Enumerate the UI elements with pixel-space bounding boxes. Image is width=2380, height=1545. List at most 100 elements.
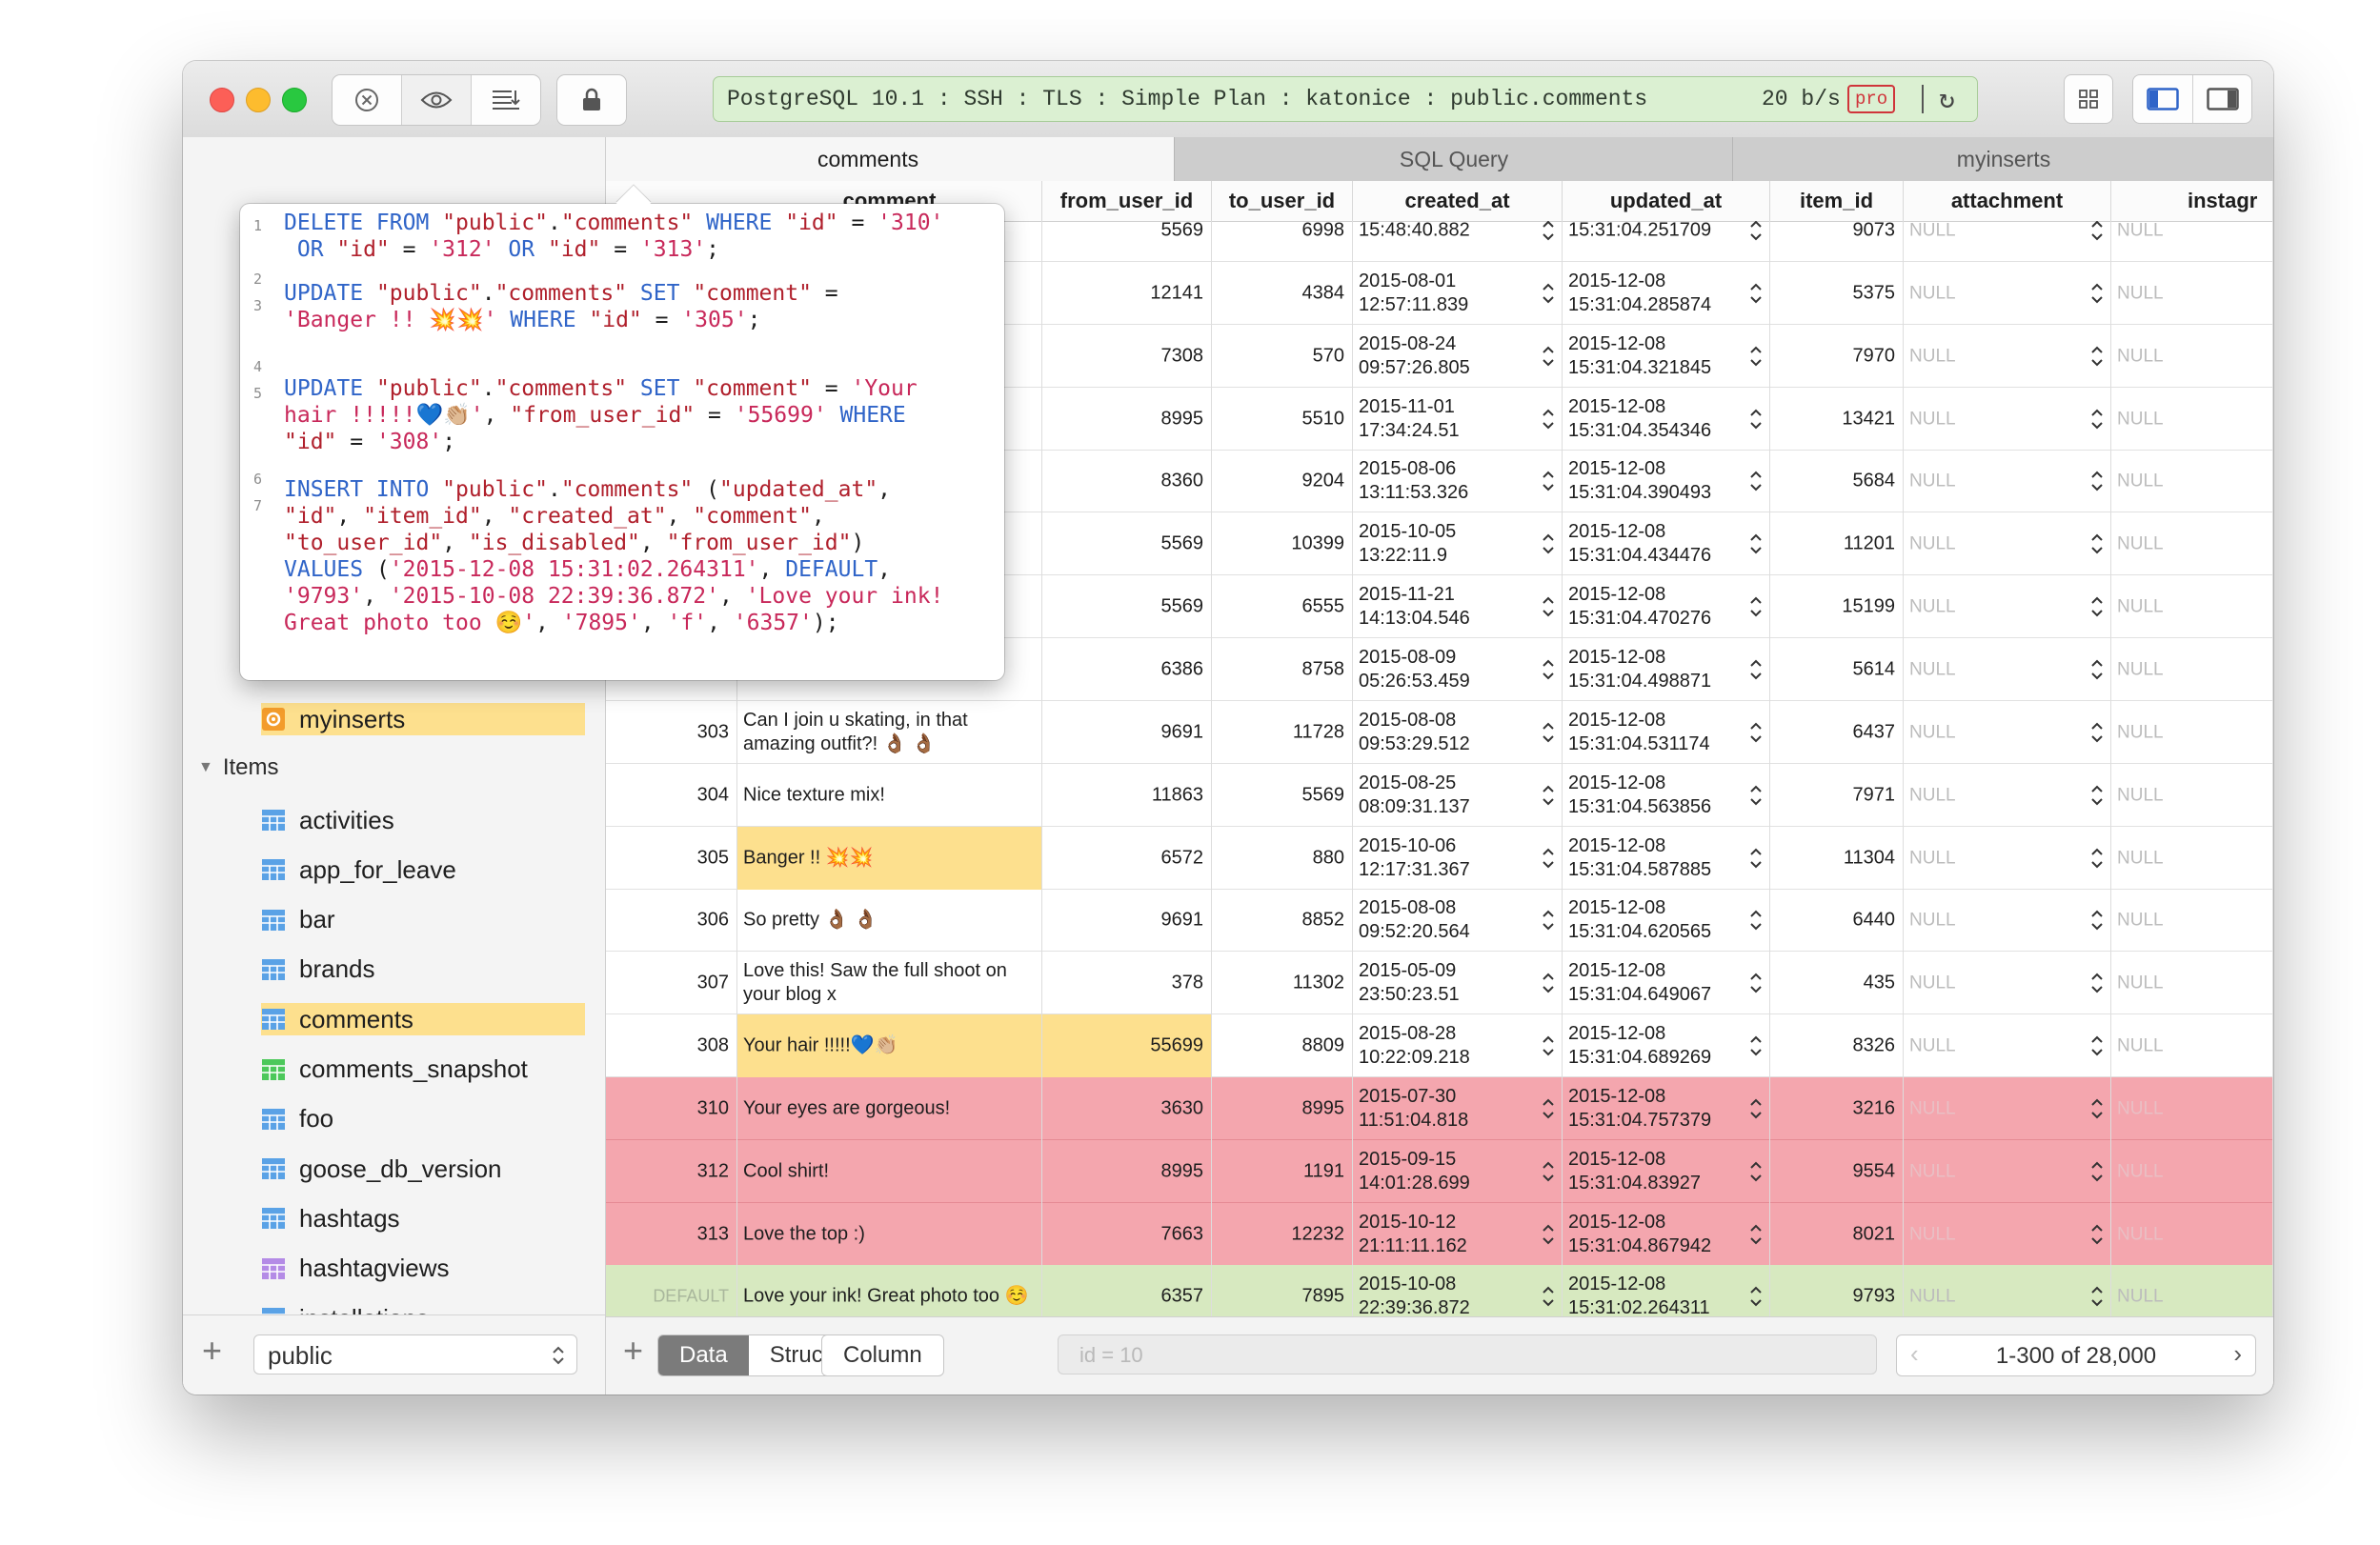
- safe-mode-button[interactable]: [557, 75, 626, 125]
- to-cell[interactable]: 570: [1212, 324, 1353, 388]
- sidebar-query-myinserts[interactable]: myinserts: [261, 703, 585, 735]
- id-cell[interactable]: 308: [606, 1014, 737, 1078]
- attachment-cell[interactable]: NULL: [1904, 261, 2111, 325]
- to-cell[interactable]: 5510: [1212, 387, 1353, 451]
- created-at-cell[interactable]: 15:48:40.882: [1353, 221, 1563, 262]
- comment-cell[interactable]: Can I join u skating, in that amazing ou…: [737, 700, 1042, 764]
- from-cell[interactable]: 6572: [1042, 826, 1212, 890]
- created-at-cell[interactable]: 2015-11-01 17:34:24.51: [1353, 387, 1563, 451]
- table-row[interactable]: 308 Your hair !!!!!💙👏🏼 55699 8809 2015-08-28…: [606, 1014, 2273, 1078]
- date-stepper-icon[interactable]: [1541, 468, 1556, 494]
- attachment-cell[interactable]: NULL: [1904, 575, 2111, 639]
- to-cell[interactable]: 10399: [1212, 512, 1353, 576]
- instagram-cell[interactable]: NULL: [2111, 889, 2273, 953]
- table-row[interactable]: 313 Love the top :) 7663 12232 2015-10-12 21:…: [606, 1202, 2273, 1266]
- instagram-cell[interactable]: NULL: [2111, 387, 2273, 451]
- item-cell[interactable]: 3216: [1770, 1076, 1904, 1140]
- id-cell[interactable]: 303: [606, 700, 737, 764]
- attachment-stepper-icon[interactable]: [2089, 280, 2105, 307]
- column-header-instagr[interactable]: instagr: [2111, 181, 2273, 221]
- attachment-cell[interactable]: NULL: [1904, 512, 2111, 576]
- sidebar-item-comments-snapshot[interactable]: comments_snapshot: [261, 1053, 585, 1086]
- created-at-cell[interactable]: 2015-05-09 23:50:23.51: [1353, 952, 1563, 1015]
- to-cell[interactable]: 5569: [1212, 763, 1353, 827]
- comment-cell[interactable]: Love this! Saw the full shoot on your bl…: [737, 952, 1042, 1015]
- created-at-cell[interactable]: 2015-10-12 21:11:11.162: [1353, 1202, 1563, 1266]
- attachment-stepper-icon[interactable]: [2089, 406, 2105, 432]
- updated-at-cell[interactable]: 2015-12-08 15:31:04.620565: [1563, 889, 1770, 953]
- date-stepper-icon[interactable]: [1541, 1158, 1556, 1185]
- attachment-stepper-icon[interactable]: [2089, 1033, 2105, 1059]
- to-cell[interactable]: 6998: [1212, 221, 1353, 262]
- created-at-cell[interactable]: 2015-07-30 11:51:04.818: [1353, 1076, 1563, 1140]
- column-button[interactable]: Column: [822, 1335, 943, 1375]
- id-cell[interactable]: 313: [606, 1202, 737, 1266]
- instagram-cell[interactable]: NULL: [2111, 575, 2273, 639]
- date-stepper-icon[interactable]: [1541, 531, 1556, 557]
- to-cell[interactable]: 8995: [1212, 1076, 1353, 1140]
- attachment-cell[interactable]: NULL: [1904, 763, 2111, 827]
- updated-at-cell[interactable]: 2015-12-08 15:31:04.321845: [1563, 324, 1770, 388]
- tab-comments[interactable]: comments: [606, 137, 1174, 181]
- updated-at-cell[interactable]: 2015-12-08 15:31:04.757379: [1563, 1076, 1770, 1140]
- sidebar-item-hashtagviews[interactable]: hashtagviews: [261, 1253, 585, 1285]
- date-stepper-icon[interactable]: [1748, 907, 1764, 933]
- id-cell[interactable]: 305: [606, 826, 737, 890]
- created-at-cell[interactable]: 2015-08-08 09:52:20.564: [1353, 889, 1563, 953]
- from-cell[interactable]: 12141: [1042, 261, 1212, 325]
- table-row[interactable]: 310 Your eyes are gorgeous! 3630 8995 2015-0…: [606, 1076, 2273, 1140]
- created-at-cell[interactable]: 2015-08-25 08:09:31.137: [1353, 763, 1563, 827]
- comment-cell[interactable]: Cool shirt!: [737, 1139, 1042, 1203]
- toggle-right-sidebar-button[interactable]: [2193, 75, 2251, 123]
- updated-at-cell[interactable]: 15:31:04.251709: [1563, 221, 1770, 262]
- item-cell[interactable]: 9554: [1770, 1139, 1904, 1203]
- data-view-button[interactable]: Data: [658, 1335, 749, 1375]
- date-stepper-icon[interactable]: [1541, 280, 1556, 307]
- comment-cell[interactable]: Your eyes are gorgeous!: [737, 1076, 1042, 1140]
- grid-layout-button[interactable]: [2064, 74, 2113, 124]
- sidebar-item-foo[interactable]: foo: [261, 1103, 585, 1135]
- table-row[interactable]: 303 Can I join u skating, in that amazing…: [606, 700, 2273, 764]
- attachment-cell[interactable]: NULL: [1904, 1076, 2111, 1140]
- schema-selector[interactable]: public: [253, 1334, 577, 1374]
- item-cell[interactable]: 7970: [1770, 324, 1904, 388]
- item-cell[interactable]: 5614: [1770, 637, 1904, 701]
- created-at-cell[interactable]: 2015-10-08 22:39:36.872: [1353, 1265, 1563, 1316]
- updated-at-cell[interactable]: 2015-12-08 15:31:04.434476: [1563, 512, 1770, 576]
- id-cell[interactable]: 307: [606, 952, 737, 1015]
- instagram-cell[interactable]: NULL: [2111, 700, 2273, 764]
- date-stepper-icon[interactable]: [1748, 468, 1764, 494]
- close-window-button[interactable]: [210, 88, 234, 112]
- table-row[interactable]: DEFAULT Love your ink! Great photo too ☺️…: [606, 1265, 2273, 1316]
- date-stepper-icon[interactable]: [1748, 221, 1764, 244]
- from-cell[interactable]: 6357: [1042, 1265, 1212, 1316]
- to-cell[interactable]: 6555: [1212, 575, 1353, 639]
- to-cell[interactable]: 8809: [1212, 1014, 1353, 1078]
- updated-at-cell[interactable]: 2015-12-08 15:31:04.354346: [1563, 387, 1770, 451]
- attachment-stepper-icon[interactable]: [2089, 1095, 2105, 1122]
- attachment-cell[interactable]: NULL: [1904, 324, 2111, 388]
- column-header-attachment[interactable]: attachment: [1904, 181, 2111, 221]
- attachment-cell[interactable]: NULL: [1904, 1202, 2111, 1266]
- comment-cell[interactable]: Nice texture mix!: [737, 763, 1042, 827]
- comment-cell[interactable]: So pretty 👌🏾 👌🏾: [737, 889, 1042, 953]
- created-at-cell[interactable]: 2015-08-01 12:57:11.839: [1353, 261, 1563, 325]
- instagram-cell[interactable]: NULL: [2111, 1014, 2273, 1078]
- from-cell[interactable]: 8360: [1042, 450, 1212, 513]
- table-row[interactable]: 307 Love this! Saw the full shoot on your…: [606, 952, 2273, 1015]
- date-stepper-icon[interactable]: [1748, 1283, 1764, 1310]
- attachment-stepper-icon[interactable]: [2089, 845, 2105, 872]
- id-cell[interactable]: 310: [606, 1076, 737, 1140]
- date-stepper-icon[interactable]: [1541, 1095, 1556, 1122]
- next-page-icon[interactable]: ›: [2233, 1339, 2242, 1369]
- date-stepper-icon[interactable]: [1748, 970, 1764, 996]
- date-stepper-icon[interactable]: [1748, 782, 1764, 809]
- column-header-updated-at[interactable]: updated_at: [1563, 181, 1770, 221]
- attachment-cell[interactable]: NULL: [1904, 826, 2111, 890]
- updated-at-cell[interactable]: 2015-12-08 15:31:04.867942: [1563, 1202, 1770, 1266]
- sidebar-item-activities[interactable]: activities: [261, 804, 585, 836]
- to-cell[interactable]: 9204: [1212, 450, 1353, 513]
- instagram-cell[interactable]: NULL: [2111, 826, 2273, 890]
- date-stepper-icon[interactable]: [1748, 1158, 1764, 1185]
- date-stepper-icon[interactable]: [1541, 343, 1556, 370]
